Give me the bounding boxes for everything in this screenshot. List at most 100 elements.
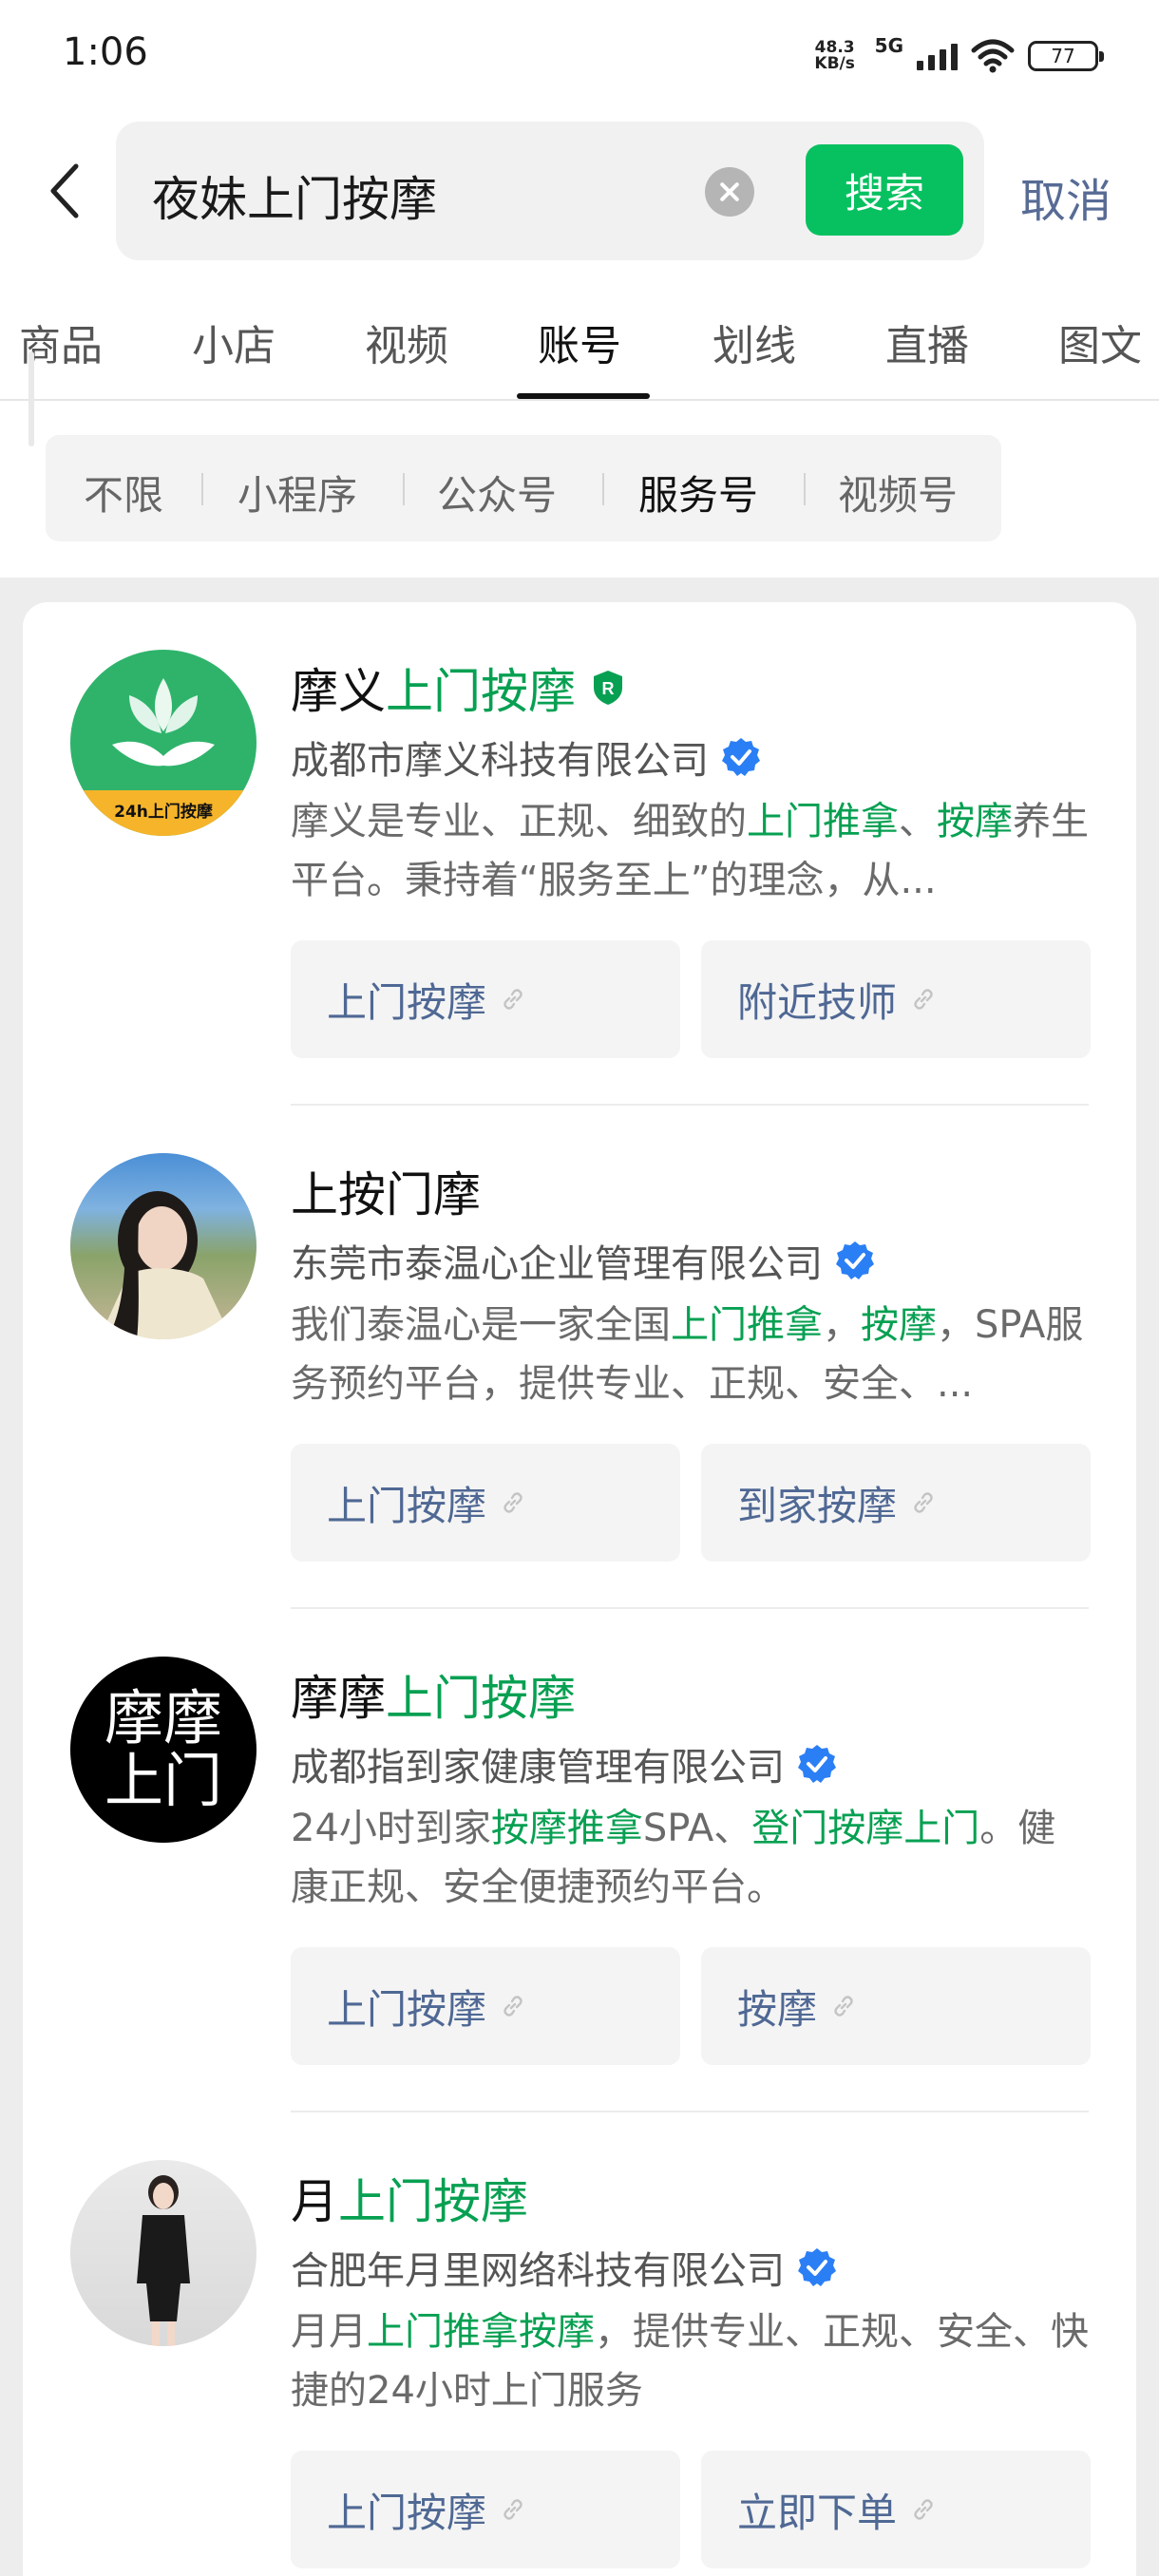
account-name[interactable]: 摩摩 上门按摩 xyxy=(291,1660,576,1729)
link-icon xyxy=(830,1993,857,2019)
company-name-text: 成都市摩义科技有限公司 xyxy=(291,739,709,783)
quick-link-label: 上门按摩 xyxy=(327,1985,487,2033)
avatar-text: 摩摩 xyxy=(104,1683,222,1752)
account-name-highlight: 上门按摩 xyxy=(386,1671,576,1726)
lotus-logo-icon xyxy=(112,678,215,767)
link-icon xyxy=(500,1489,526,1516)
status-bar: 1:06 48.3 KB/s 5G 77 xyxy=(0,0,1159,114)
result-item[interactable]: 月上门按摩 合肥年月里网络科技有限公司 月月上门推拿按摩，提供专业、正规、安全、… xyxy=(23,2112,1136,2576)
link-icon xyxy=(910,2496,937,2523)
quick-link-button[interactable]: 附近技师 xyxy=(701,940,1091,1058)
status-indicators: 48.3 KB/s 5G 77 xyxy=(808,32,1104,80)
category-tabs: 商品 小店 视频 账号 划线 直播 图文 xyxy=(0,306,1159,401)
account-name[interactable]: 月上门按摩 xyxy=(291,2164,528,2232)
quick-link-label: 按摩 xyxy=(737,1985,818,2033)
filter-divider xyxy=(403,473,405,505)
network-speed: 48.3 KB/s xyxy=(808,40,862,72)
result-item[interactable]: 摩摩 上门 摩摩 上门按摩 成都指到家健康管理有限公司 24小时到家按摩推拿SPA… xyxy=(23,1609,1136,2112)
account-name-text: 摩义 xyxy=(291,664,386,719)
filter-mini-program[interactable]: 小程序 xyxy=(238,464,357,521)
tab-articles[interactable]: 图文 xyxy=(1058,312,1142,372)
account-description: 月月上门推拿按摩，提供专业、正规、安全、快捷的24小时上门服务 xyxy=(291,2310,1089,2413)
verified-badge-icon xyxy=(796,1743,838,1785)
quick-link-button[interactable]: 按摩 xyxy=(701,1947,1091,2065)
quick-link-label: 上门按摩 xyxy=(327,1482,487,1529)
clear-icon[interactable] xyxy=(705,167,754,217)
company-name: 成都指到家健康管理有限公司 xyxy=(291,1736,838,1791)
network-type: 5G xyxy=(874,34,903,57)
result-item[interactable]: 上按门摩 东莞市泰温心企业管理有限公司 我们泰温心是一家全国上门推拿，按摩，SP… xyxy=(23,1106,1136,1609)
link-icon xyxy=(910,986,937,1013)
account-name-text: 上按门摩 xyxy=(291,1167,481,1222)
avatar xyxy=(70,1153,256,1339)
tab-accounts[interactable]: 账号 xyxy=(538,312,621,372)
status-time: 1:06 xyxy=(63,30,148,74)
link-icon xyxy=(910,1489,937,1516)
link-icon xyxy=(500,986,526,1013)
verified-badge-icon xyxy=(796,2246,838,2288)
battery-icon: 77 xyxy=(1028,41,1104,71)
search-input[interactable]: 夜妹上门按摩 xyxy=(152,161,437,230)
quick-link-button[interactable]: 上门按摩 xyxy=(291,1947,680,2065)
svg-text:R: R xyxy=(602,679,615,698)
account-name-highlight: 上门按摩 xyxy=(338,2174,528,2229)
account-name-highlight: 上门按摩 xyxy=(386,664,576,719)
avatar xyxy=(70,2160,256,2346)
avatar: 摩摩 上门 xyxy=(70,1657,256,1843)
quick-link-label: 上门按摩 xyxy=(327,2489,487,2536)
tab-live[interactable]: 直播 xyxy=(885,312,969,372)
quick-link-label: 到家按摩 xyxy=(737,1482,898,1529)
company-name-text: 合肥年月里网络科技有限公司 xyxy=(291,2249,785,2293)
filter-all[interactable]: 不限 xyxy=(84,464,163,521)
quick-link-button[interactable]: 上门按摩 xyxy=(291,940,680,1058)
quick-link-label: 立即下单 xyxy=(737,2489,898,2536)
woman-portrait-icon xyxy=(99,1191,232,1339)
woman-portrait-icon xyxy=(137,2175,190,2346)
filter-official-account[interactable]: 公众号 xyxy=(437,464,557,521)
account-description: 摩义是专业、正规、细致的上门推拿、按摩养生平台。秉持着“服务至上”的理念，从..… xyxy=(291,800,1089,902)
quick-link-button[interactable]: 立即下单 xyxy=(701,2451,1091,2568)
verified-badge-icon xyxy=(720,736,762,778)
account-type-filters: 不限 小程序 公众号 服务号 视频号 xyxy=(46,435,1001,541)
avatar-text: 上门 xyxy=(104,1746,222,1815)
tab-videos[interactable]: 视频 xyxy=(365,312,448,372)
account-name-text: 摩摩 xyxy=(291,1671,386,1726)
network-speed-unit: KB/s xyxy=(814,54,855,73)
quick-link-label: 附近技师 xyxy=(737,978,898,1026)
result-item[interactable]: 24h上门按摩 摩义 上门按摩 R 成都市摩义科技有限公司 摩义是专业、正规、细致… xyxy=(23,602,1136,1106)
avatar-caption: 24h上门按摩 xyxy=(70,790,256,836)
verified-badge-icon xyxy=(834,1240,876,1281)
registered-shield-icon: R xyxy=(591,669,625,707)
tabs-divider xyxy=(0,399,1159,401)
account-name-text: 月 xyxy=(291,2174,338,2229)
avatar: 24h上门按摩 xyxy=(70,650,256,836)
account-description: 我们泰温心是一家全国上门推拿，按摩，SPA服务预约平台，提供专业、正规、安全、.… xyxy=(291,1303,1084,1406)
quick-link-label: 上门按摩 xyxy=(327,978,487,1026)
company-name-text: 东莞市泰温心企业管理有限公司 xyxy=(291,1242,823,1286)
link-icon xyxy=(500,2496,526,2523)
filter-divider xyxy=(201,473,203,505)
chevron-left-icon[interactable] xyxy=(42,158,87,224)
account-name[interactable]: 上按门摩 xyxy=(291,1157,481,1225)
cancel-button[interactable]: 取消 xyxy=(1020,163,1112,230)
filter-channels[interactable]: 视频号 xyxy=(838,464,958,521)
quick-link-button[interactable]: 上门按摩 xyxy=(291,2451,680,2568)
results-list: 24h上门按摩 摩义 上门按摩 R 成都市摩义科技有限公司 摩义是专业、正规、细致… xyxy=(23,602,1136,2576)
company-name-text: 成都指到家健康管理有限公司 xyxy=(291,1746,785,1790)
signal-icon xyxy=(917,42,958,70)
search-box: 夜妹上门按摩 搜索 xyxy=(116,122,984,260)
search-button[interactable]: 搜索 xyxy=(806,144,963,236)
company-name: 成都市摩义科技有限公司 xyxy=(291,729,762,785)
quick-link-button[interactable]: 到家按摩 xyxy=(701,1444,1091,1562)
link-icon xyxy=(500,1993,526,2019)
wifi-icon xyxy=(971,39,1015,73)
company-name: 东莞市泰温心企业管理有限公司 xyxy=(291,1233,876,1288)
tab-highlights[interactable]: 划线 xyxy=(712,312,796,372)
filter-divider xyxy=(804,473,806,505)
account-description: 24小时到家按摩推拿SPA、登门按摩上门。健康正规、安全便捷预约平台。 xyxy=(291,1807,1056,1909)
company-name: 合肥年月里网络科技有限公司 xyxy=(291,2240,838,2295)
filter-service-account[interactable]: 服务号 xyxy=(638,464,758,521)
tab-shops[interactable]: 小店 xyxy=(192,312,276,372)
account-name[interactable]: 摩义 上门按摩 R xyxy=(291,653,625,722)
quick-link-button[interactable]: 上门按摩 xyxy=(291,1444,680,1562)
